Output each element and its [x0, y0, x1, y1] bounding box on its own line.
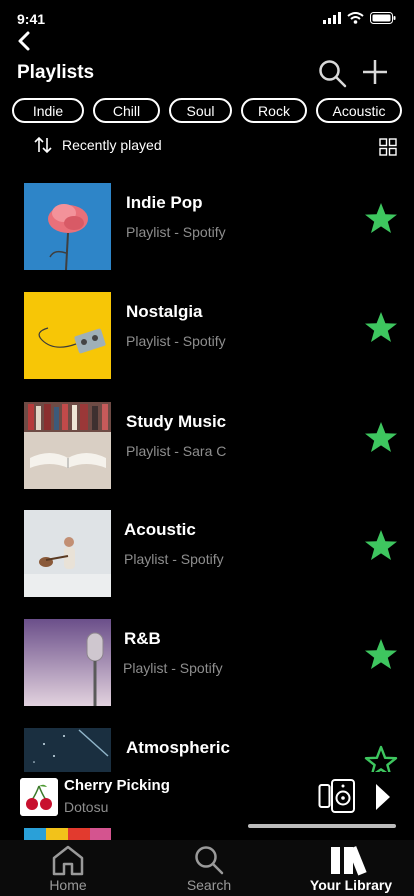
sort-icon: [34, 136, 52, 154]
now-playing-artist: Dotosu: [64, 799, 109, 815]
filter-chips: Indie Chill Soul Rock Acoustic: [12, 98, 402, 123]
playlist-cover: [24, 619, 111, 706]
tab-label: Home: [49, 877, 87, 893]
tab-label: Search: [186, 877, 232, 893]
tab-bar: Home Search Your Library: [0, 840, 414, 896]
sort-label: Recently played: [62, 137, 162, 153]
tab-label: Your Library: [309, 877, 393, 893]
playlist-title: Nostalgia: [126, 302, 203, 321]
filter-chip-soul[interactable]: Soul: [169, 98, 232, 123]
list-item[interactable]: Acoustic Playlist - Spotify: [0, 510, 414, 598]
list-item[interactable]: Nostalgia Playlist - Spotify: [0, 292, 414, 380]
filter-chip-acoustic[interactable]: Acoustic: [316, 98, 402, 123]
playlist-title: R&B: [124, 629, 161, 648]
tab-search[interactable]: Search: [154, 844, 264, 896]
list-item[interactable]: Indie Pop Playlist - Spotify: [0, 183, 414, 271]
playlist-cover: [24, 510, 111, 597]
playlist-cover: [24, 183, 111, 270]
page-title: Playlists: [17, 62, 95, 83]
tab-home[interactable]: Home: [13, 844, 123, 896]
playlist-cover: [24, 828, 111, 840]
search-icon[interactable]: [317, 58, 347, 88]
playlist-subtitle: Playlist - Spotify: [126, 224, 226, 240]
list-item[interactable]: R&B Playlist - Spotify: [0, 619, 414, 707]
star-filled-icon[interactable]: [363, 528, 399, 564]
status-time: 9:41: [17, 11, 46, 27]
now-playing-cover: [20, 778, 58, 816]
home-icon: [52, 845, 84, 876]
playlist-cover: [24, 292, 111, 379]
list-item[interactable]: Study Music Playlist - Sara C: [0, 402, 414, 490]
star-filled-icon[interactable]: [363, 201, 399, 237]
add-playlist-button[interactable]: [361, 58, 389, 86]
list-item: [0, 828, 414, 840]
mini-player[interactable]: Cherry Picking Dotosu: [0, 772, 414, 824]
battery-icon: [370, 12, 396, 24]
back-button[interactable]: [14, 30, 36, 52]
filter-chip-rock[interactable]: Rock: [241, 98, 307, 123]
play-icon[interactable]: [374, 782, 392, 812]
star-filled-icon[interactable]: [363, 310, 399, 346]
grid-view-icon[interactable]: [379, 138, 397, 156]
playlist-subtitle: Playlist - Spotify: [124, 551, 224, 567]
playlist-subtitle: Playlist - Spotify: [123, 660, 223, 676]
playback-progress-bar[interactable]: [248, 824, 396, 828]
playlist-subtitle: Playlist - Spotify: [126, 333, 226, 349]
connect-device-icon[interactable]: [318, 778, 356, 814]
now-playing-title: Cherry Picking: [64, 777, 170, 794]
filter-chip-chill[interactable]: Chill: [93, 98, 160, 123]
star-filled-icon[interactable]: [363, 420, 399, 456]
tab-your-library[interactable]: Your Library: [296, 844, 406, 896]
status-icons: [323, 12, 396, 24]
playlist-title: Study Music: [126, 412, 227, 431]
signal-icon: [323, 12, 341, 24]
playlist-subtitle: Playlist - Sara C: [126, 443, 227, 459]
sort-control[interactable]: Recently played: [34, 136, 162, 154]
playlist-cover: [24, 402, 111, 489]
library-icon: [331, 846, 367, 876]
search-icon: [195, 846, 224, 875]
playlist-title: Atmospheric: [126, 738, 230, 757]
star-filled-icon[interactable]: [363, 637, 399, 673]
filter-chip-indie[interactable]: Indie: [12, 98, 84, 123]
status-bar: 9:41: [0, 0, 414, 34]
playlist-title: Acoustic: [124, 520, 196, 539]
playlist-title: Indie Pop: [126, 193, 203, 212]
wifi-icon: [347, 12, 364, 24]
